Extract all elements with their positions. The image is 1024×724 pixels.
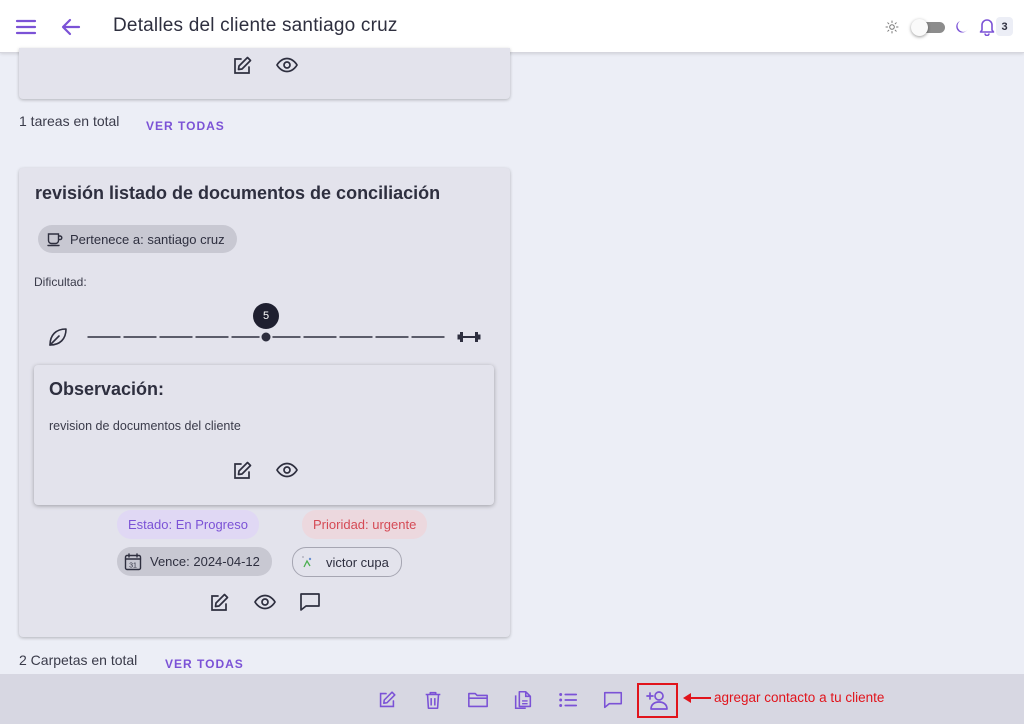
observation-text: revision de documentos del cliente [49, 419, 241, 433]
sun-icon [885, 20, 899, 34]
app-bar: Detalles del cliente santiago cruz 3 [0, 0, 1024, 53]
comment-icon[interactable] [298, 590, 322, 614]
task-card: revisión listado de documentos de concil… [19, 168, 510, 637]
theme-toggle[interactable] [911, 19, 945, 36]
folder-icon[interactable] [467, 689, 489, 711]
dumbbell-icon [457, 328, 481, 346]
toggle-knob [911, 19, 928, 36]
documents-icon[interactable] [512, 689, 534, 711]
notification-badge: 3 [996, 17, 1013, 36]
delete-icon[interactable] [422, 689, 444, 711]
edit-icon[interactable] [230, 54, 254, 78]
priority-badge: Prioridad: urgente [302, 510, 428, 539]
task-title: revisión listado de documentos de concil… [35, 183, 441, 203]
difficulty-value-label: 5 [253, 303, 279, 329]
svg-text:31: 31 [129, 562, 137, 569]
observation-title: Observación: [49, 379, 165, 399]
eye-icon[interactable] [253, 590, 277, 614]
broken-image-icon [300, 554, 316, 570]
edit-icon[interactable] [207, 591, 231, 615]
annotation-arrow [683, 693, 711, 703]
eye-icon[interactable] [275, 53, 299, 77]
leaf-icon [47, 326, 69, 348]
belongs-to-chip[interactable]: Pertenece a: santiago cruz [38, 225, 237, 253]
due-date-chip: 31 Vence: 2024-04-12 [117, 547, 272, 576]
assignee-chip[interactable]: victor cupa [292, 547, 402, 577]
bell-icon[interactable] [978, 17, 996, 36]
coffee-cup-icon [46, 230, 64, 248]
moon-icon [954, 19, 970, 35]
comment-icon[interactable] [602, 689, 624, 711]
view-all-tasks-link[interactable]: VER TODAS [146, 119, 225, 133]
edit-icon[interactable] [230, 459, 254, 483]
due-date-label: Vence: 2024-04-12 [150, 554, 260, 569]
previous-card [19, 48, 510, 99]
edit-icon[interactable] [376, 689, 398, 711]
list-icon[interactable] [557, 689, 579, 711]
view-all-folders-link[interactable]: VER TODAS [165, 657, 244, 671]
tasks-total-text: 1 tareas en total [19, 113, 120, 129]
difficulty-slider[interactable] [85, 326, 447, 348]
status-badge: Estado: En Progreso [117, 510, 259, 539]
eye-icon[interactable] [275, 458, 299, 482]
page-title: Detalles del cliente santiago cruz [113, 15, 398, 36]
belongs-to-label: Pertenece a: santiago cruz [70, 231, 225, 247]
highlight-box [637, 683, 678, 718]
slider-thumb[interactable] [259, 330, 273, 344]
annotation-text: agregar contacto a tu cliente [714, 690, 885, 705]
menu-icon[interactable] [14, 15, 38, 39]
back-arrow-icon[interactable] [59, 15, 83, 39]
folders-total-text: 2 Carpetas en total [19, 652, 138, 668]
assignee-name: victor cupa [326, 554, 389, 570]
calendar-icon: 31 [124, 552, 142, 571]
difficulty-label: Dificultad: [34, 275, 87, 289]
observation-card: Observación: revision de documentos del … [34, 365, 494, 505]
